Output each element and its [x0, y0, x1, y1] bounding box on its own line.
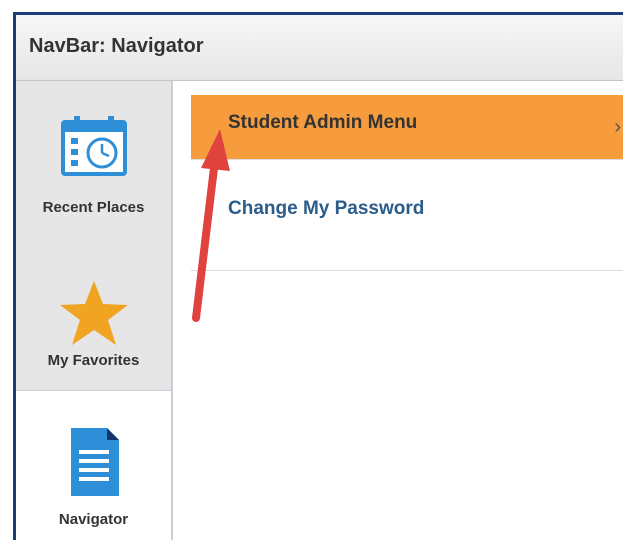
document-icon [16, 426, 171, 498]
sidebar-item-label: My Favorites [47, 352, 140, 369]
menu-item-label: Change My Password [228, 198, 425, 219]
navigator-menu: Student Admin Menu › Change My Password [173, 81, 623, 540]
title-bar: NavBar: Navigator [16, 15, 623, 81]
navbar-sidebar: Recent Places My Favorites Navigator [16, 81, 173, 540]
page-title: NavBar: Navigator [29, 35, 204, 57]
menu-item-label: Student Admin Menu [228, 112, 418, 133]
calendar-clock-icon [16, 115, 171, 177]
menu-item-student-admin[interactable]: Student Admin Menu › [191, 95, 623, 159]
star-icon [16, 279, 171, 347]
sidebar-item-label: Navigator [58, 511, 129, 528]
navigator-window: NavBar: Navigator Recent Places My Favor… [13, 12, 623, 540]
sidebar-item-recent-places[interactable]: Recent Places [16, 81, 171, 235]
menu-item-change-password[interactable]: Change My Password [191, 159, 623, 271]
chevron-right-icon: › [614, 116, 621, 138]
sidebar-item-my-favorites[interactable]: My Favorites [16, 235, 171, 391]
sidebar-item-label: Recent Places [42, 199, 145, 216]
sidebar-item-navigator[interactable]: Navigator [16, 391, 171, 540]
